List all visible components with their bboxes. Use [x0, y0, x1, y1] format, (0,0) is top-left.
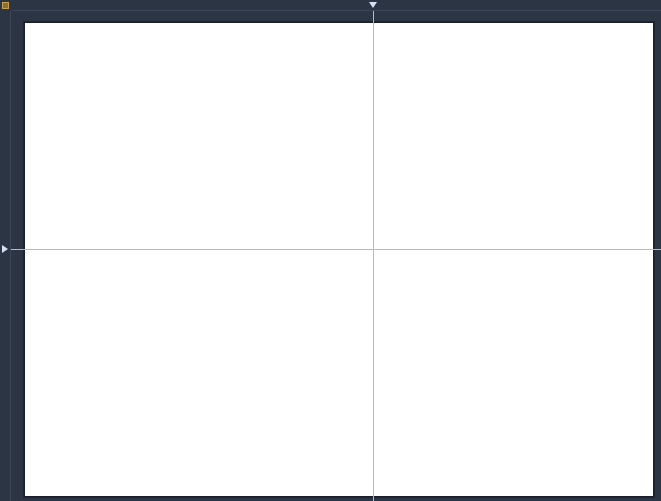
ruler-vertical[interactable]	[0, 11, 11, 501]
guide-marker-left-icon	[2, 245, 8, 253]
design-canvas-workspace	[0, 0, 661, 501]
artboard[interactable]	[24, 22, 654, 497]
canvas-viewport[interactable]	[11, 11, 661, 501]
guide-horizontal[interactable]	[11, 249, 661, 250]
guide-marker-top-icon	[369, 2, 377, 8]
guide-vertical[interactable]	[373, 11, 374, 501]
ruler-horizontal[interactable]	[11, 0, 661, 11]
ruler-origin-icon	[2, 2, 9, 9]
ruler-origin-corner[interactable]	[0, 0, 11, 11]
